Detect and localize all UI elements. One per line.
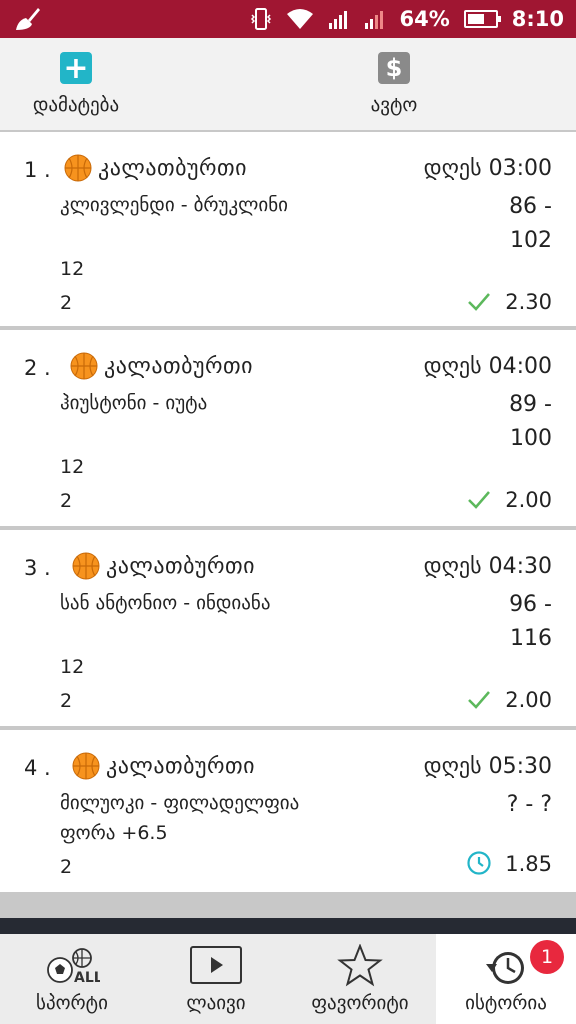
basketball-icon	[72, 552, 100, 580]
dollar-icon: $	[378, 52, 410, 84]
bet-number: 3 .	[24, 556, 51, 580]
bet-card[interactable]: 3 . კალათბურთი დღეს 04:30 სან ანტონიო - …	[0, 530, 576, 726]
sport-name: კალათბურთი	[106, 754, 255, 779]
clock: 8:10	[511, 7, 564, 31]
odds: 2.30	[505, 290, 552, 314]
clock-icon	[467, 851, 491, 875]
odds: 2.00	[505, 488, 552, 512]
check-icon	[468, 491, 490, 509]
auto-label: ავტო	[370, 94, 418, 116]
score-line: 86 -	[509, 194, 552, 219]
selection: 2	[60, 856, 73, 878]
nav-live[interactable]: ლაივი	[144, 934, 288, 1024]
check-icon	[468, 293, 490, 311]
history-badge: 1	[530, 940, 564, 974]
check-icon	[468, 691, 490, 709]
battery-icon	[463, 10, 501, 28]
event-time: დღეს 04:00	[423, 354, 552, 379]
selection: 2	[60, 490, 73, 512]
toolbar: + დამატება $ ავტო	[0, 38, 576, 130]
wifi-icon	[286, 9, 313, 29]
nav-favorites-label: ფავორიტი	[311, 992, 409, 1014]
nav-live-label: ლაივი	[186, 992, 246, 1014]
star-icon	[337, 944, 383, 987]
status-bar: 64% 8:10	[0, 0, 576, 38]
market: ფორა +6.5	[60, 822, 168, 844]
nav-history-label: ისტორია	[465, 992, 547, 1014]
nav-history[interactable]: 1 ისტორია	[436, 934, 576, 1024]
basketball-icon	[72, 752, 100, 780]
score-line: ? - ?	[506, 792, 552, 817]
basketball-icon	[64, 154, 92, 182]
market: 12	[60, 258, 85, 280]
score: 89 - 100	[472, 388, 552, 456]
bet-number: 1 .	[24, 158, 51, 182]
teams: მილუოკი - ფილადელფია	[60, 792, 300, 814]
add-button[interactable]: + დამატება	[6, 51, 146, 117]
bottom-nav: ALL სპორტი ლაივი ფავორიტი 1 ისტორია	[0, 934, 576, 1024]
nav-sports-label: სპორტი	[36, 992, 108, 1014]
add-label: დამატება	[32, 94, 120, 116]
bet-card[interactable]: 4 . კალათბურთი დღეს 05:30 მილუოკი - ფილა…	[0, 730, 576, 892]
odds: 1.85	[505, 852, 552, 876]
market: 12	[60, 656, 85, 678]
play-icon	[190, 946, 242, 984]
bet-card[interactable]: 2 . კალათბურთი დღეს 04:00 ჰიუსტონი - იუტ…	[0, 330, 576, 526]
plus-icon: +	[60, 51, 92, 86]
event-time: დღეს 05:30	[423, 754, 552, 779]
score-line: 100	[510, 426, 552, 451]
score: 96 - 116	[472, 588, 552, 656]
selection: 2	[60, 690, 73, 712]
teams: კლივლენდი - ბრუკლინი	[60, 194, 288, 216]
sports-balls-icon: ALL	[47, 948, 100, 986]
basketball-icon	[70, 352, 98, 380]
bet-card[interactable]: 1 . კალათბურთი დღეს 03:00 კლივლენდი - ბრ…	[0, 132, 576, 326]
score-line: 102	[510, 228, 552, 253]
sport-name: კალათბურთი	[98, 156, 247, 181]
score-line: 89 -	[509, 392, 552, 417]
divider-bar	[0, 918, 576, 934]
score-line: 116	[510, 626, 552, 651]
event-time: დღეს 04:30	[423, 554, 552, 579]
score-line: 96 -	[509, 592, 552, 617]
teams: სან ანტონიო - ინდიანა	[60, 592, 271, 614]
signal-icon	[364, 11, 383, 29]
teams: ჰიუსტონი - იუტა	[60, 392, 208, 414]
event-time: დღეს 03:00	[423, 156, 552, 181]
selection: 2	[60, 292, 73, 314]
auto-button[interactable]: $ ავტო	[324, 52, 464, 116]
signal-icon	[328, 11, 347, 29]
bet-number: 4 .	[24, 756, 51, 780]
score: 86 - 102	[472, 190, 552, 258]
sport-name: კალათბურთი	[104, 354, 253, 379]
sports-all-label: ALL	[74, 970, 100, 986]
history-clock-icon	[486, 952, 524, 984]
market: 12	[60, 456, 85, 478]
vibrate-icon	[250, 8, 271, 30]
bet-number: 2 .	[24, 356, 51, 380]
nav-sports[interactable]: ALL სპორტი	[0, 934, 144, 1024]
score: ? - ?	[472, 788, 552, 822]
broom-icon	[16, 8, 40, 30]
battery-fill	[467, 14, 485, 24]
battery-percent: 64%	[399, 7, 450, 31]
nav-favorites[interactable]: ფავორიტი	[288, 934, 432, 1024]
sport-name: კალათბურთი	[106, 554, 255, 579]
odds: 2.00	[505, 688, 552, 712]
